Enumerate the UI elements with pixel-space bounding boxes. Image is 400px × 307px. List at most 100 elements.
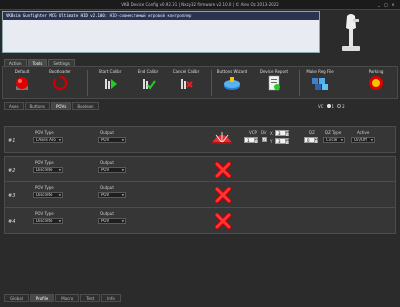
vc-option-2: 2 <box>342 103 345 109</box>
device-report-icon <box>268 75 280 91</box>
cancel-calibr-button[interactable]: Cancel Calibr <box>169 68 203 98</box>
active-label: Active <box>357 130 370 135</box>
close-button[interactable]: × <box>390 2 396 7</box>
make-reg-file-label: Make Reg File <box>306 69 334 74</box>
pov-type-value: Discrete <box>36 167 53 172</box>
spin-arrows-icon[interactable]: ▴▾ <box>285 131 289 136</box>
chevron-down-icon: ▼ <box>58 219 61 223</box>
output-value: POV <box>101 137 110 142</box>
dir-checkbox[interactable]: ✓ <box>262 137 267 142</box>
spin-arrows-icon[interactable]: ▴▾ <box>314 138 318 143</box>
buttons-wizard-label: Buttons Wizard <box>216 69 248 74</box>
dz-type-label: DZ Type <box>325 130 342 135</box>
dz-value: 0 <box>307 138 310 143</box>
ribbon-separator <box>87 70 88 96</box>
pov-type-value: LAxes Aro <box>36 137 56 142</box>
tab-axes[interactable]: Axes <box>4 102 24 110</box>
default-button[interactable]: Default <box>5 68 39 98</box>
end-calibr-label: End Calibr <box>137 69 159 74</box>
output-select[interactable]: POV ▼ <box>98 218 126 224</box>
parking-label: Parking <box>368 69 384 74</box>
x-spinner[interactable]: 3 ▴▾ <box>275 130 289 136</box>
pov-type-label: POV Type <box>35 130 54 135</box>
pov-type-select[interactable]: Discrete ▼ <box>33 192 63 198</box>
parking-button[interactable]: Parking <box>359 68 393 98</box>
tab-boolean[interactable]: Boolean <box>72 102 99 110</box>
pov-number: #4 <box>8 219 16 225</box>
tab-test[interactable]: Test <box>80 294 101 302</box>
disabled-x-icon[interactable] <box>215 162 231 178</box>
chevron-down-icon: ▼ <box>121 193 124 197</box>
device-report-label: Device Report <box>259 69 289 74</box>
buttons-wizard-button[interactable]: Buttons Wizard <box>215 68 249 98</box>
make-reg-file-icon <box>312 78 328 90</box>
bottom-tab-bar: Global Profile Macro Test Info <box>4 294 122 302</box>
pov-panel-4: #4 POV Type Discrete ▼ Output POV ▼ <box>4 207 396 234</box>
spin-arrows-icon[interactable]: ▴▾ <box>285 139 289 144</box>
chevron-down-icon: ▼ <box>340 138 343 142</box>
tools-ribbon: Default Bootloader Start Calibr End Cali… <box>2 66 398 99</box>
start-calibr-label: Start Calibr <box>98 69 122 74</box>
dz-spinner[interactable]: 0 ▴▾ <box>304 137 318 143</box>
tab-info[interactable]: Info <box>101 294 121 302</box>
bootloader-label: Bootloader <box>49 69 71 74</box>
tab-buttons[interactable]: Buttons <box>24 102 51 110</box>
app-window: VKB Device Config v0.92.31 | Nxzy32 firm… <box>0 0 400 307</box>
bootloader-icon <box>52 75 68 91</box>
dz-type-select[interactable]: Circle ▼ <box>323 137 345 143</box>
pov-type-label: POV Type <box>35 160 54 165</box>
chevron-down-icon: ▼ <box>121 219 124 223</box>
output-value: POV <box>101 218 110 223</box>
sub-tab-bar: Axes Buttons POVs Boolean <box>4 102 100 110</box>
output-label: Output <box>100 130 114 135</box>
spin-arrows-icon[interactable]: ▴▾ <box>254 138 258 143</box>
pov-type-value: Discrete <box>36 218 53 223</box>
vc-selector: VC 1 2 <box>318 102 345 110</box>
pov-type-select[interactable]: Discrete ▼ <box>33 218 63 224</box>
tab-global[interactable]: Global <box>4 294 29 302</box>
pov-hat-icon[interactable] <box>210 129 234 145</box>
vc-radio-2[interactable] <box>337 104 342 108</box>
output-select[interactable]: POV ▼ <box>98 167 126 173</box>
ribbon-separator <box>299 70 300 96</box>
start-calibr-button[interactable]: Start Calibr <box>93 68 127 98</box>
joystick-logo-icon <box>342 14 360 51</box>
pov-panel-2: #2 POV Type Discrete ▼ Output POV ▼ <box>4 156 396 183</box>
device-info[interactable]: VKBsim Gunfighter MCG Ultimate HID v2.10… <box>3 12 319 20</box>
minimize-button[interactable]: _ <box>376 2 382 7</box>
bootloader-button[interactable]: Bootloader <box>43 68 77 98</box>
x-value: 3 <box>278 131 281 136</box>
output-label: Output <box>100 185 114 190</box>
active-select[interactable]: On/Off ▼ <box>351 137 375 143</box>
pov-type-value: Discrete <box>36 192 53 197</box>
disabled-x-icon[interactable] <box>215 187 231 203</box>
tab-profile[interactable]: Profile <box>29 294 55 302</box>
vc-option-1: 1 <box>331 103 335 109</box>
output-select[interactable]: POV ▼ <box>98 192 126 198</box>
vc-radio-1[interactable] <box>326 104 331 108</box>
end-calibration-icon <box>143 79 156 90</box>
default-label: Default <box>14 69 30 74</box>
pov-type-select[interactable]: LAxes Aro ▼ <box>33 137 63 143</box>
tab-macro[interactable]: Macro <box>55 294 80 302</box>
pov-type-label: POV Type <box>35 185 54 190</box>
device-report-button[interactable]: Device Report <box>257 68 291 98</box>
output-select[interactable]: POV ▼ <box>98 137 126 143</box>
window-title: VKB Device Config v0.92.31 | Nxzy32 firm… <box>121 2 279 7</box>
default-red-button-icon <box>16 77 28 90</box>
disabled-x-icon[interactable] <box>215 213 231 229</box>
vcp-spinner[interactable]: 1 ▴▾ <box>244 137 258 143</box>
output-label: Output <box>100 160 114 165</box>
tab-povs[interactable]: POVs <box>51 102 72 110</box>
pov-number: #3 <box>8 193 16 199</box>
output-label: Output <box>100 211 114 216</box>
pov-type-label: POV Type <box>35 211 54 216</box>
device-name: VKBsim Gunfighter MCG Ultimate HID v2.10… <box>6 13 105 18</box>
end-calibr-button[interactable]: End Calibr <box>131 68 165 98</box>
chevron-down-icon: ▼ <box>58 193 61 197</box>
pov-type-select[interactable]: Discrete ▼ <box>33 167 63 173</box>
y-spinner[interactable]: 3 ▴▾ <box>275 138 289 144</box>
maximize-button[interactable]: □ <box>383 2 389 7</box>
make-reg-file-button[interactable]: Make Reg File <box>303 68 337 98</box>
chevron-down-icon: ▼ <box>121 138 124 142</box>
